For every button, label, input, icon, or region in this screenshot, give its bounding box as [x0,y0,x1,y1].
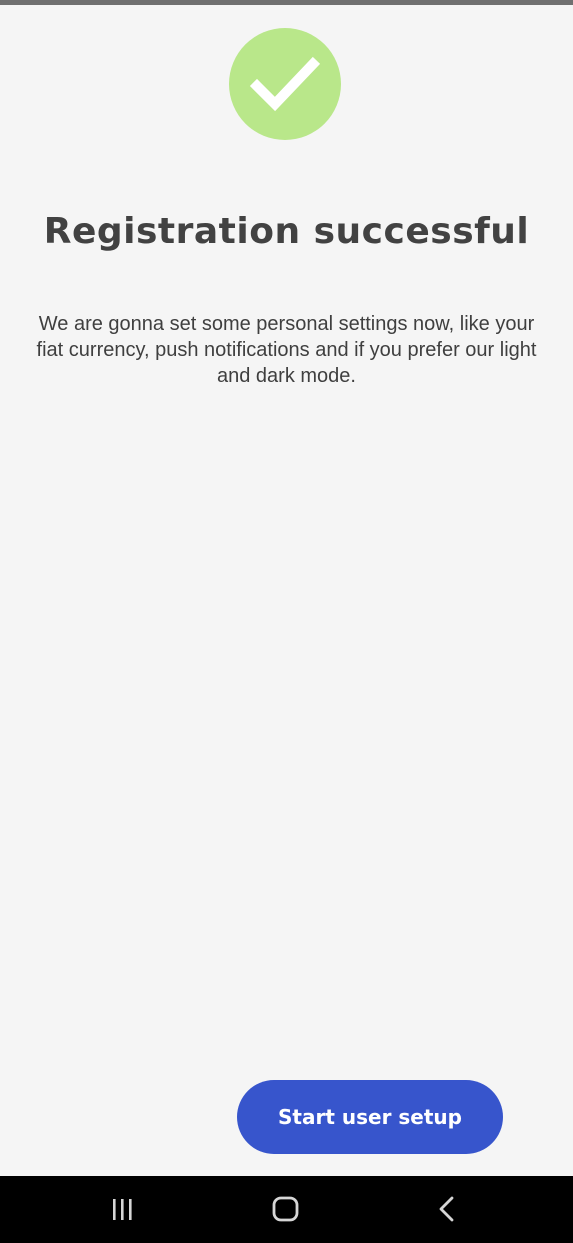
success-badge [229,28,341,140]
recent-apps-button[interactable] [84,1176,164,1243]
registration-description: We are gonna set some personal settings … [36,313,537,387]
back-button[interactable] [406,1176,486,1243]
home-button[interactable] [245,1176,325,1243]
recent-apps-icon [113,1199,132,1220]
checkmark-icon [249,56,321,112]
start-user-setup-button[interactable]: Start user setup [237,1080,503,1154]
back-icon [439,1196,454,1222]
registration-success-screen: Registration successful We are gonna set… [0,5,573,1176]
system-navigation-bar [0,1176,573,1243]
page-title: Registration successful [43,211,530,252]
home-icon [272,1196,299,1222]
